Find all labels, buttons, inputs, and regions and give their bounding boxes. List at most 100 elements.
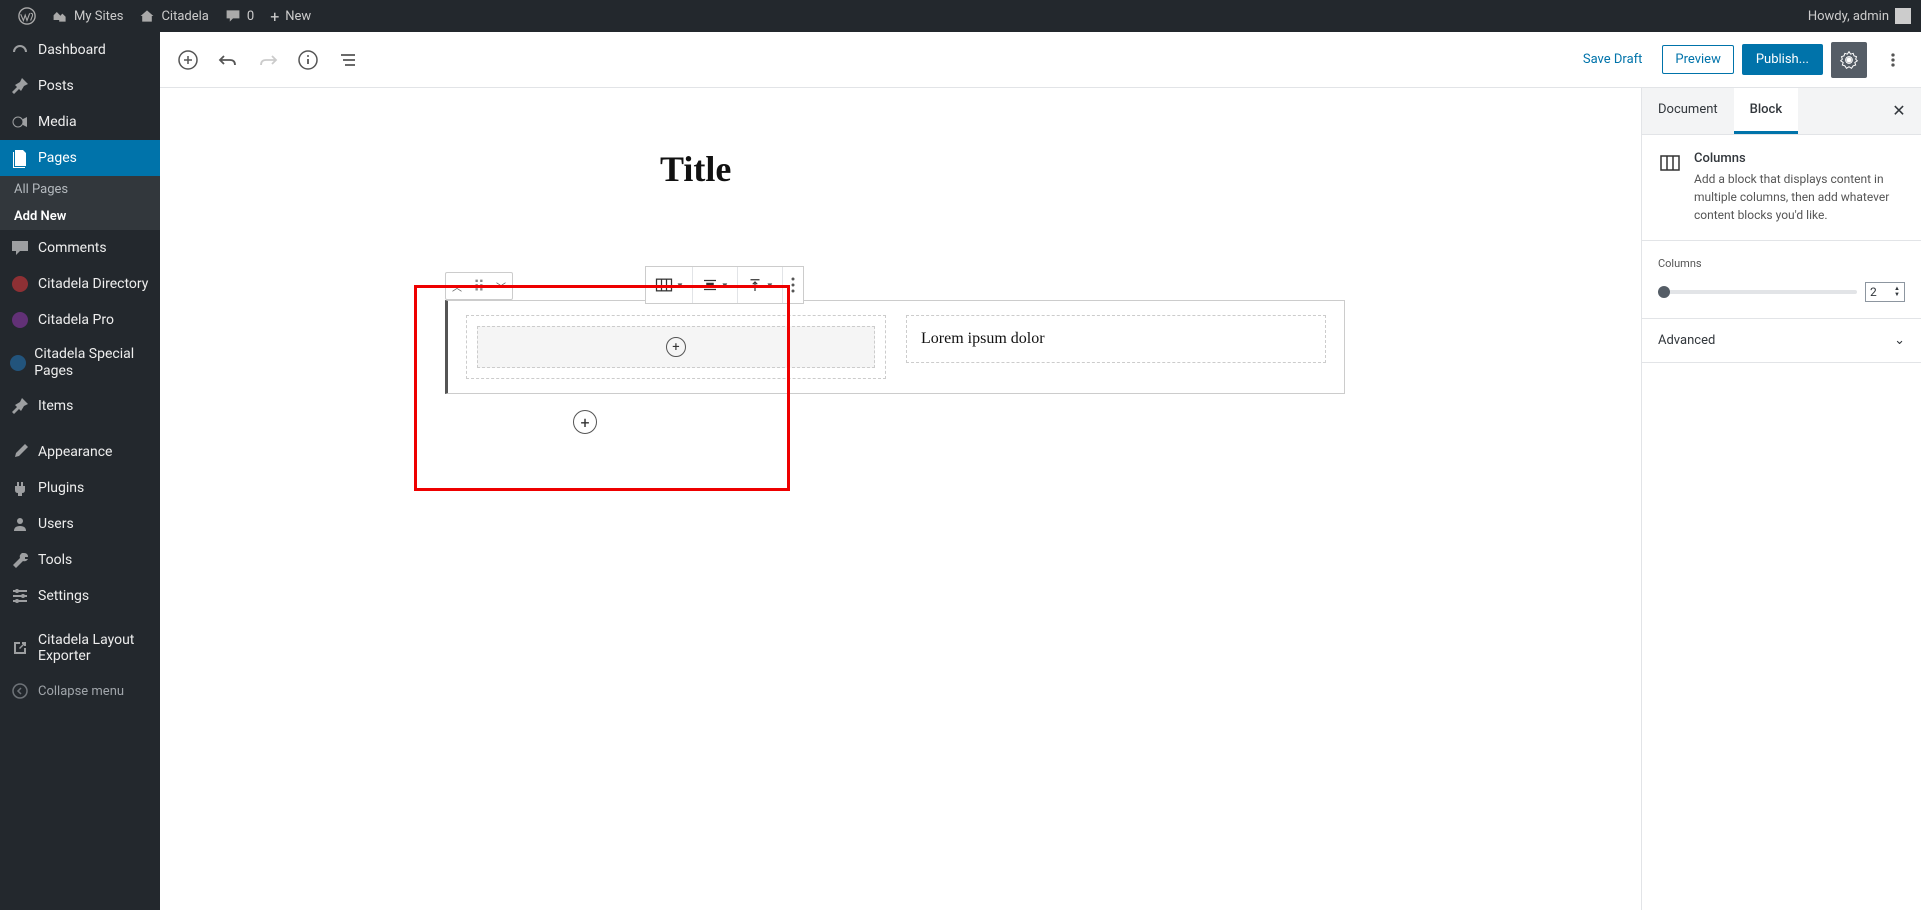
site-link[interactable]: Citadela bbox=[131, 0, 216, 32]
info-button[interactable] bbox=[290, 42, 326, 78]
columns-icon bbox=[654, 275, 674, 295]
menu-comments[interactable]: Comments bbox=[0, 230, 160, 266]
columns-block-wrapper: ︿ ⠿ ﹀ ▼ ▼ ▼ bbox=[445, 300, 1345, 434]
sliders-icon bbox=[10, 586, 30, 606]
save-draft-button[interactable]: Save Draft bbox=[1571, 44, 1655, 75]
menu-settings[interactable]: Settings bbox=[0, 578, 160, 614]
chevron-down-icon: ▼ bbox=[766, 281, 774, 290]
column-placeholder: + bbox=[466, 315, 886, 379]
menu-tools[interactable]: Tools bbox=[0, 542, 160, 578]
block-more-button[interactable] bbox=[783, 267, 803, 303]
menu-citadela-pro[interactable]: Citadela Pro bbox=[0, 302, 160, 338]
page-title[interactable]: Title bbox=[160, 88, 1641, 230]
menu-items[interactable]: Items bbox=[0, 388, 160, 424]
citadela-pro-icon bbox=[10, 310, 30, 330]
howdy-label: Howdy, admin bbox=[1808, 9, 1889, 24]
comments-icon bbox=[10, 238, 30, 258]
chevron-down-icon: ⌄ bbox=[1894, 333, 1905, 348]
align-icon bbox=[701, 276, 719, 294]
menu-users[interactable]: Users bbox=[0, 506, 160, 542]
new-link[interactable]: + New bbox=[262, 0, 319, 32]
menu-citadela-directory[interactable]: Citadela Directory bbox=[0, 266, 160, 302]
pin-icon bbox=[10, 76, 30, 96]
citadela-special-icon bbox=[10, 353, 26, 373]
drag-handle-icon[interactable]: ⠿ bbox=[468, 273, 490, 299]
admin-sidebar: Dashboard Posts Media Pages All Pages Ad… bbox=[0, 32, 160, 910]
redo-button[interactable] bbox=[250, 42, 286, 78]
dashboard-icon bbox=[10, 40, 30, 60]
comment-count: 0 bbox=[247, 9, 254, 24]
preview-button[interactable]: Preview bbox=[1662, 45, 1733, 74]
columns-slider[interactable] bbox=[1658, 290, 1857, 294]
outline-button[interactable] bbox=[330, 42, 366, 78]
chevron-down-icon: ▼ bbox=[676, 281, 684, 290]
editor-canvas: Title ︿ ⠿ ﹀ ▼ ▼ ▼ bbox=[160, 88, 1641, 910]
pages-icon bbox=[10, 148, 30, 168]
align-button[interactable]: ▼ bbox=[693, 267, 738, 303]
column-2[interactable]: Lorem ipsum dolor bbox=[906, 315, 1326, 379]
tab-document[interactable]: Document bbox=[1642, 88, 1734, 134]
comments-link[interactable]: 0 bbox=[217, 0, 262, 32]
menu-layout-exporter[interactable]: Citadela Layout Exporter bbox=[0, 624, 160, 674]
columns-icon bbox=[1658, 151, 1682, 175]
column-appender[interactable]: + bbox=[477, 326, 875, 368]
move-down-button[interactable]: ﹀ bbox=[490, 273, 512, 299]
editor-header: Save Draft Preview Publish... bbox=[160, 32, 1921, 88]
menu-citadela-special[interactable]: Citadela Special Pages bbox=[0, 338, 160, 388]
block-name: Columns bbox=[1694, 151, 1905, 166]
paragraph-block[interactable]: Lorem ipsum dolor bbox=[906, 315, 1326, 363]
menu-appearance[interactable]: Appearance bbox=[0, 434, 160, 470]
block-description: Add a block that displays content in mul… bbox=[1694, 170, 1905, 224]
publish-button[interactable]: Publish... bbox=[1742, 44, 1823, 75]
plug-icon bbox=[10, 478, 30, 498]
admin-bar: My Sites Citadela 0 + New Howdy, admin bbox=[0, 0, 1921, 32]
settings-button[interactable] bbox=[1831, 42, 1867, 78]
adminbar-account[interactable]: Howdy, admin bbox=[1808, 8, 1911, 24]
wrench-icon bbox=[10, 550, 30, 570]
my-sites-link[interactable]: My Sites bbox=[44, 0, 131, 32]
chevron-down-icon: ▼ bbox=[721, 281, 729, 290]
spinner-icon[interactable]: ▲▼ bbox=[1894, 286, 1900, 298]
menu-pages[interactable]: Pages bbox=[0, 140, 160, 176]
export-icon bbox=[10, 638, 30, 658]
columns-number-input[interactable]: 2 ▲▼ bbox=[1865, 282, 1905, 302]
advanced-panel-toggle[interactable]: Advanced ⌄ bbox=[1642, 319, 1921, 363]
settings-panel: Document Block ✕ Columns Add a block tha… bbox=[1641, 88, 1921, 910]
add-block-inline-button[interactable]: + bbox=[666, 337, 686, 357]
add-block-button[interactable] bbox=[170, 42, 206, 78]
wp-logo[interactable] bbox=[10, 0, 44, 32]
menu-media[interactable]: Media bbox=[0, 104, 160, 140]
plus-icon: + bbox=[270, 7, 279, 26]
move-up-button[interactable]: ︿ bbox=[446, 273, 468, 299]
add-block-after-button[interactable]: + bbox=[573, 410, 597, 434]
more-icon bbox=[791, 276, 795, 294]
columns-label: Columns bbox=[1658, 257, 1905, 270]
my-sites-label: My Sites bbox=[74, 9, 123, 24]
block-info: Columns Add a block that displays conten… bbox=[1642, 135, 1921, 241]
menu-dashboard[interactable]: Dashboard bbox=[0, 32, 160, 68]
tab-block[interactable]: Block bbox=[1734, 88, 1798, 134]
slider-thumb[interactable] bbox=[1658, 286, 1670, 298]
brush-icon bbox=[10, 442, 30, 462]
panel-tabs: Document Block ✕ bbox=[1642, 88, 1921, 135]
undo-button[interactable] bbox=[210, 42, 246, 78]
columns-control: Columns 2 ▲▼ bbox=[1642, 241, 1921, 319]
media-icon bbox=[10, 112, 30, 132]
submenu-all-pages[interactable]: All Pages bbox=[0, 176, 160, 203]
block-mover: ︿ ⠿ ﹀ bbox=[445, 272, 513, 300]
valign-button[interactable]: ▼ bbox=[738, 267, 783, 303]
column-1[interactable]: + bbox=[466, 315, 886, 379]
collapse-icon bbox=[10, 681, 30, 701]
avatar-icon bbox=[1895, 8, 1911, 24]
collapse-menu[interactable]: Collapse menu bbox=[0, 673, 160, 709]
menu-posts[interactable]: Posts bbox=[0, 68, 160, 104]
submenu-add-new[interactable]: Add New bbox=[0, 203, 160, 230]
close-panel-button[interactable]: ✕ bbox=[1885, 96, 1913, 124]
site-name-label: Citadela bbox=[161, 9, 208, 24]
more-menu-button[interactable] bbox=[1875, 42, 1911, 78]
pages-submenu: All Pages Add New bbox=[0, 176, 160, 230]
columns-block[interactable]: + Lorem ipsum dolor bbox=[445, 300, 1345, 394]
valign-icon bbox=[746, 276, 764, 294]
menu-plugins[interactable]: Plugins bbox=[0, 470, 160, 506]
block-type-button[interactable]: ▼ bbox=[646, 267, 693, 303]
